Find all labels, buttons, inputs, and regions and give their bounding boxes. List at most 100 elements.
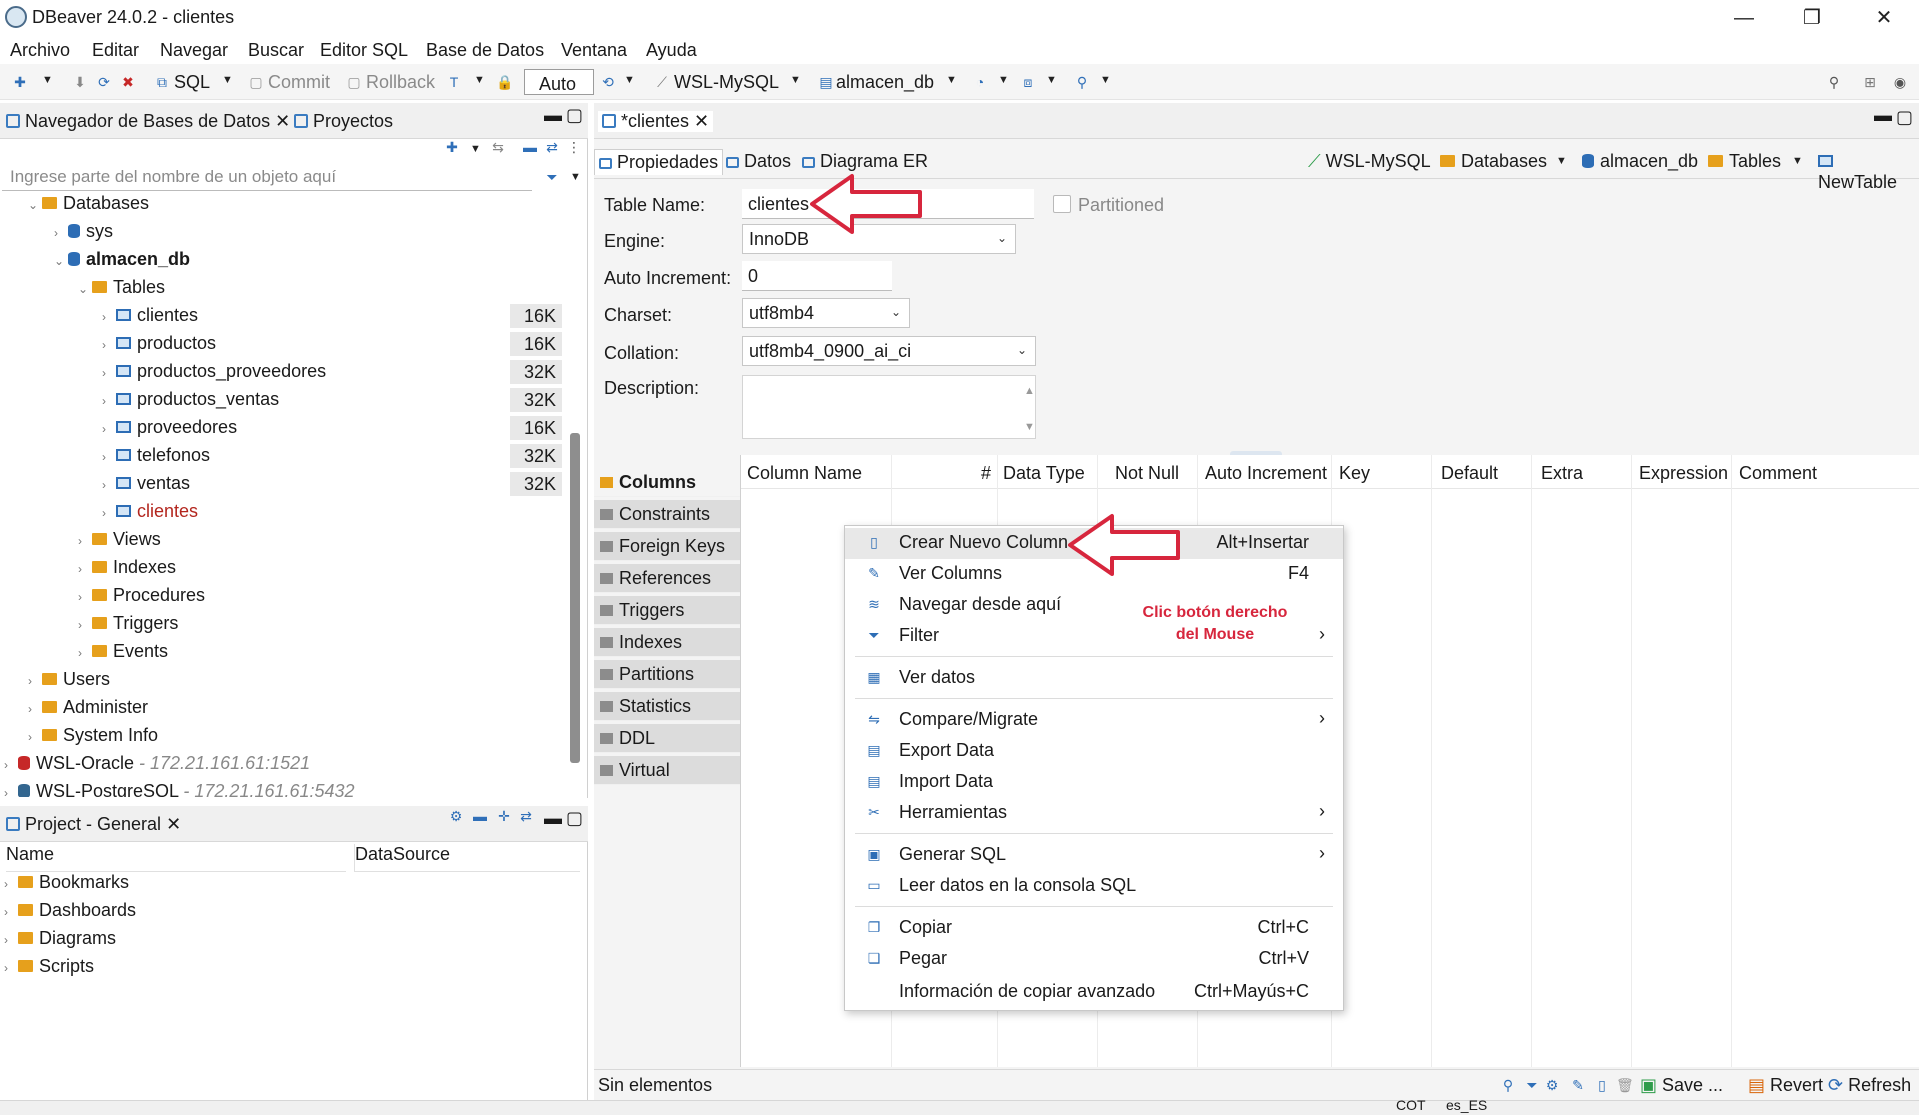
dbeaver-perspective-icon[interactable]: ◉ — [1892, 74, 1908, 90]
tree-views[interactable]: › Views — [78, 529, 161, 555]
sql-button[interactable]: SQL — [174, 72, 210, 93]
history-dropdown[interactable]: ▼ — [624, 74, 635, 86]
disconnect-all-icon[interactable]: ✖ — [120, 74, 136, 90]
minimize-editor-icon[interactable]: ▬ — [1874, 105, 1892, 126]
breadcrumb-tables-dropdown[interactable]: ▼ — [1792, 155, 1803, 167]
tree-system-info[interactable]: › System Info — [28, 725, 158, 751]
menu-item-compare-migrate[interactable]: ⇋ Compare/Migrate › — [845, 705, 1343, 736]
connection-dropdown[interactable]: ▼ — [790, 74, 801, 86]
maximize-view-icon[interactable]: ▢ — [566, 808, 583, 829]
breadcrumb-tables[interactable]: Tables — [1704, 149, 1785, 174]
tree-table-productos[interactable]: › productos — [102, 333, 216, 359]
tree-tables[interactable]: ⌄ Tables — [78, 277, 165, 303]
collapse-all-icon[interactable]: ▬ — [522, 139, 538, 155]
tree-table-clientes[interactable]: › clientes — [102, 305, 198, 331]
tab-project-general[interactable]: Project - General ✕ — [6, 814, 181, 835]
menu-base-de-datos[interactable]: Base de Datos — [426, 40, 544, 61]
sync-icon[interactable]: ⇄ — [544, 139, 560, 155]
filter-options-dropdown[interactable]: ▼ — [570, 171, 581, 183]
grid-col-comment[interactable]: Comment — [1739, 463, 1817, 484]
grid-col-key[interactable]: Key — [1339, 463, 1370, 484]
project-item-dashboards[interactable]: › Dashboards — [4, 900, 136, 926]
active-database[interactable]: almacen_db — [836, 72, 934, 93]
tab-projects[interactable]: Proyectos — [294, 111, 393, 132]
column-header-datasource[interactable]: DataSource — [354, 844, 580, 872]
sql-dropdown[interactable]: ▼ — [222, 74, 233, 86]
settings-icon[interactable]: ⚙ — [1544, 1077, 1560, 1093]
add-column-icon[interactable]: ▯ — [1594, 1077, 1610, 1093]
auto-increment-input[interactable]: 0 — [742, 261, 892, 291]
dashboard-icon[interactable]: ◔ — [972, 74, 988, 90]
menu-item-herramientas[interactable]: ✂ Herramientas › — [845, 798, 1343, 829]
grid-col-auto-increment[interactable]: Auto Increment — [1205, 463, 1327, 484]
tools-dropdown[interactable]: ▼ — [1046, 74, 1057, 86]
menu-item-leer-datos-consola[interactable]: ▭ Leer datos en la consola SQL — [845, 871, 1343, 902]
subtab-propiedades[interactable]: Propiedades — [594, 149, 724, 175]
breadcrumb-newtable[interactable]: NewTable — [1814, 149, 1919, 195]
collation-select[interactable]: utf8mb4_0900_ai_ci ⌄ — [742, 336, 1036, 366]
tree-table-productos-proveedores[interactable]: › productos_proveedores — [102, 361, 326, 387]
tree-table-clientes-new[interactable]: › clientes — [102, 501, 198, 527]
project-collapse-icon[interactable]: ▬ — [472, 808, 488, 824]
project-add-icon[interactable]: ✛ — [496, 808, 512, 824]
subtab-diagrama-er[interactable]: Diagrama ER — [798, 149, 932, 174]
tree-databases[interactable]: ⌄ Databases — [28, 193, 149, 219]
menu-ayuda[interactable]: Ayuda — [646, 40, 697, 61]
project-link-icon[interactable]: ⇄ — [518, 808, 534, 824]
navigator-scrollbar[interactable] — [570, 433, 580, 763]
tree-triggers[interactable]: › Triggers — [78, 613, 178, 639]
commit-button[interactable]: Commit — [268, 72, 330, 93]
minimize-view-icon[interactable]: ▬ — [544, 808, 562, 829]
maximize-button[interactable]: ❐ — [1790, 4, 1834, 32]
history-icon[interactable]: ⟲ — [600, 74, 616, 90]
grid-col-default[interactable]: Default — [1441, 463, 1498, 484]
menu-item-import-data[interactable]: ▤ Import Data — [845, 767, 1343, 798]
filter-icon[interactable]: ⏷ — [1524, 1077, 1540, 1093]
grid-col-extra[interactable]: Extra — [1541, 463, 1583, 484]
edit-icon[interactable]: ✎ — [1570, 1077, 1586, 1093]
maximize-editor-icon[interactable]: ▢ — [1896, 107, 1913, 128]
tree-table-telefonos[interactable]: › telefonos — [102, 445, 210, 471]
grid-col-column-name[interactable]: Column Name — [747, 463, 862, 484]
tree-events[interactable]: › Events — [78, 641, 168, 667]
category-indexes[interactable]: Indexes — [594, 628, 740, 657]
tree-table-productos-ventas[interactable]: › productos_ventas — [102, 389, 279, 415]
minimize-view-icon[interactable]: ▬ — [544, 105, 562, 126]
tab-navigator[interactable]: Navegador de Bases de Datos ✕ — [6, 111, 290, 132]
save-button[interactable]: ▣ Save ... — [1640, 1075, 1723, 1096]
project-item-diagrams[interactable]: › Diagrams — [4, 928, 116, 954]
menu-item-generar-sql[interactable]: ▣ Generar SQL › — [845, 840, 1343, 871]
navigator-menu-dropdown[interactable]: ▼ — [470, 143, 481, 155]
auto-commit-mode[interactable]: Auto — [524, 69, 594, 95]
minimize-button[interactable]: — — [1722, 4, 1766, 32]
global-search-icon[interactable]: ⚲ — [1826, 74, 1842, 90]
menu-editar[interactable]: Editar — [92, 40, 139, 61]
maximize-view-icon[interactable]: ▢ — [566, 105, 583, 126]
column-header-name[interactable]: Name — [6, 844, 346, 872]
menu-editor-sql[interactable]: Editor SQL — [320, 40, 408, 61]
grid-col-expression[interactable]: Expression — [1639, 463, 1728, 484]
breadcrumb-connection[interactable]: ⟋ WSL-MySQL — [1304, 149, 1435, 174]
search-dropdown[interactable]: ▼ — [1100, 74, 1111, 86]
open-perspective-icon[interactable]: ⊞ — [1862, 74, 1878, 90]
project-settings-icon[interactable]: ⚙ — [448, 808, 464, 824]
delete-icon[interactable]: 🗑 — [1616, 1077, 1634, 1093]
partitioned-checkbox[interactable] — [1053, 195, 1071, 213]
new-connection-dropdown[interactable]: ▼ — [42, 74, 53, 86]
tab-clientes[interactable]: *clientes ✕ — [598, 111, 714, 132]
breadcrumb-database[interactable]: almacen_db — [1578, 149, 1702, 174]
sql-editor-icon[interactable]: ⧉ — [154, 74, 170, 90]
menu-item-ver-datos[interactable]: ▦ Ver datos — [845, 663, 1343, 694]
category-triggers[interactable]: Triggers — [594, 596, 740, 625]
category-references[interactable]: References — [594, 564, 740, 593]
grid-col-not-null[interactable]: Not Null — [1115, 463, 1179, 484]
project-item-scripts[interactable]: › Scripts — [4, 956, 94, 982]
active-connection[interactable]: WSL-MySQL — [674, 72, 779, 93]
category-foreign-keys[interactable]: Foreign Keys — [594, 532, 740, 561]
grid-col-data-type[interactable]: Data Type — [1003, 463, 1085, 484]
new-connection-icon[interactable]: ✚ — [12, 74, 28, 90]
revert-button[interactable]: ▤ Revert — [1748, 1075, 1823, 1096]
tools-icon[interactable]: ⧈ — [1020, 74, 1036, 90]
filter-icon[interactable]: ⏷ — [544, 169, 560, 185]
search-icon[interactable]: ⚲ — [1074, 74, 1090, 90]
